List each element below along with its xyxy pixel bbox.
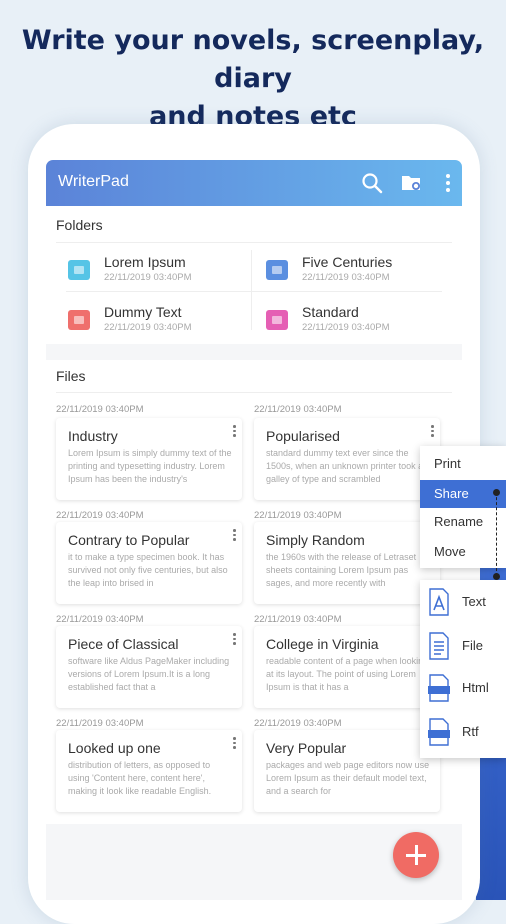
add-button[interactable]: [393, 832, 439, 878]
search-icon[interactable]: [360, 171, 384, 195]
more-vert-icon[interactable]: [436, 171, 460, 195]
menu-item-label: Share: [434, 486, 469, 501]
folder-name: Five Centuries: [302, 254, 393, 270]
folder-date: 22/11/2019 03:40PM: [104, 272, 192, 283]
headline-line-1: Write your novels, screenplay, diary: [21, 25, 485, 94]
menu-item-label: Rename: [434, 514, 484, 529]
file-title: Industry: [68, 428, 118, 444]
connector-dot: [493, 573, 500, 580]
more-vert-icon[interactable]: [230, 632, 238, 646]
folder-icon: [266, 310, 288, 330]
file-date: 22/11/2019 03:40PM: [254, 718, 342, 729]
file-title: Contrary to Popular: [68, 532, 190, 548]
file-card-popularised[interactable]: Popularised standard dummy text ever sin…: [254, 418, 440, 500]
share-connector: [496, 492, 497, 576]
text-file-icon: [429, 588, 449, 616]
file-card-college-in-virginia[interactable]: College in Virginia readable content of …: [254, 626, 440, 708]
file-title: Very Popular: [266, 740, 347, 756]
file-context-menu: Print Share Rename Move: [420, 446, 506, 568]
folder-icon: [68, 310, 90, 330]
files-title: Files: [56, 368, 86, 384]
file-preview: software like Aldus PageMaker including …: [68, 656, 230, 692]
file-date: 22/11/2019 03:40PM: [254, 404, 342, 415]
connector-dot: [493, 489, 500, 496]
folder-name: Standard: [302, 304, 359, 320]
file-date: 22/11/2019 03:40PM: [254, 510, 342, 521]
divider: [56, 242, 452, 243]
folder-date: 22/11/2019 03:40PM: [104, 322, 192, 333]
share-as-html[interactable]: Html: [420, 668, 506, 708]
more-vert-icon[interactable]: [230, 424, 238, 438]
file-title: College in Virginia: [266, 636, 379, 652]
share-option-label: Html: [462, 680, 489, 695]
share-as-file[interactable]: File: [420, 626, 506, 666]
menu-item-rename[interactable]: Rename: [420, 508, 506, 536]
share-as-text[interactable]: Text: [420, 582, 506, 622]
folder-name: Dummy Text: [104, 304, 182, 320]
file-title: Popularised: [266, 428, 340, 444]
menu-item-label: Print: [434, 456, 461, 471]
share-option-label: File: [462, 638, 483, 653]
folder-item-lorem-ipsum[interactable]: Lorem Ipsum 22/11/2019 03:40PM: [46, 246, 236, 290]
menu-item-move[interactable]: Move: [420, 538, 506, 566]
file-date: 22/11/2019 03:40PM: [56, 404, 144, 415]
file-card-industry[interactable]: Industry Lorem Ipsum is simply dummy tex…: [56, 418, 242, 500]
file-date: 22/11/2019 03:40PM: [56, 718, 144, 729]
file-preview: it to make a type specimen book. It has …: [68, 552, 228, 588]
file-preview: readable content of a page when looking …: [266, 656, 429, 692]
share-option-label: Rtf: [462, 724, 479, 739]
file-card-very-popular[interactable]: Very Popular packages and web page edito…: [254, 730, 440, 812]
divider: [66, 291, 442, 292]
file-preview: Lorem Ipsum is simply dummy text of the …: [68, 448, 232, 484]
file-preview: standard dummy text ever since the 1500s…: [266, 448, 424, 484]
more-vert-icon[interactable]: [230, 528, 238, 542]
app-bar: WriterPad: [46, 160, 462, 206]
app-title: WriterPad: [58, 173, 129, 190]
folder-icon: [266, 260, 288, 280]
file-preview: packages and web page editors now use Lo…: [266, 760, 430, 796]
folders-title: Folders: [56, 217, 103, 233]
folder-date: 22/11/2019 03:40PM: [302, 272, 390, 283]
divider: [56, 392, 452, 393]
folder-date: 22/11/2019 03:40PM: [302, 322, 390, 333]
file-date: 22/11/2019 03:40PM: [56, 510, 144, 521]
file-card-looked-up-one[interactable]: Looked up one distribution of letters, a…: [56, 730, 242, 812]
file-title: Simply Random: [266, 532, 365, 548]
file-card-piece-of-classical[interactable]: Piece of Classical software like Aldus P…: [56, 626, 242, 708]
document-file-icon: [429, 632, 449, 660]
share-submenu: Text File Html Rtf: [420, 580, 506, 758]
more-vert-icon[interactable]: [230, 736, 238, 750]
file-date: 22/11/2019 03:40PM: [254, 614, 342, 625]
file-card-simply-random[interactable]: Simply Random the 1960s with the release…: [254, 522, 440, 604]
file-date: 22/11/2019 03:40PM: [56, 614, 144, 625]
folder-settings-icon[interactable]: [400, 171, 424, 195]
promo-headline: Write your novels, screenplay, diary and…: [0, 22, 506, 136]
file-title: Piece of Classical: [68, 636, 179, 652]
share-option-label: Text: [462, 594, 486, 609]
folder-item-five-centuries[interactable]: Five Centuries 22/11/2019 03:40PM: [244, 246, 434, 290]
folder-icon: [68, 260, 90, 280]
share-as-rtf[interactable]: Rtf: [420, 712, 506, 752]
rtf-file-icon: [428, 718, 450, 746]
file-preview: distribution of letters, as opposed to u…: [68, 760, 212, 796]
folder-name: Lorem Ipsum: [104, 254, 186, 270]
more-vert-icon[interactable]: [428, 424, 436, 438]
file-card-contrary-to-popular[interactable]: Contrary to Popular it to make a type sp…: [56, 522, 242, 604]
menu-item-label: Move: [434, 544, 466, 559]
menu-item-print[interactable]: Print: [420, 450, 506, 478]
folder-item-dummy-text[interactable]: Dummy Text 22/11/2019 03:40PM: [46, 296, 236, 340]
files-card: Files 22/11/2019 03:40PM 22/11/2019 03:4…: [46, 360, 462, 824]
html-file-icon: [428, 674, 450, 702]
folders-card: Folders Lorem Ipsum 22/11/2019 03:40PM F…: [46, 206, 462, 344]
folder-item-standard[interactable]: Standard 22/11/2019 03:40PM: [244, 296, 434, 340]
file-preview: the 1960s with the release of Letraset s…: [266, 552, 417, 588]
file-title: Looked up one: [68, 740, 161, 756]
